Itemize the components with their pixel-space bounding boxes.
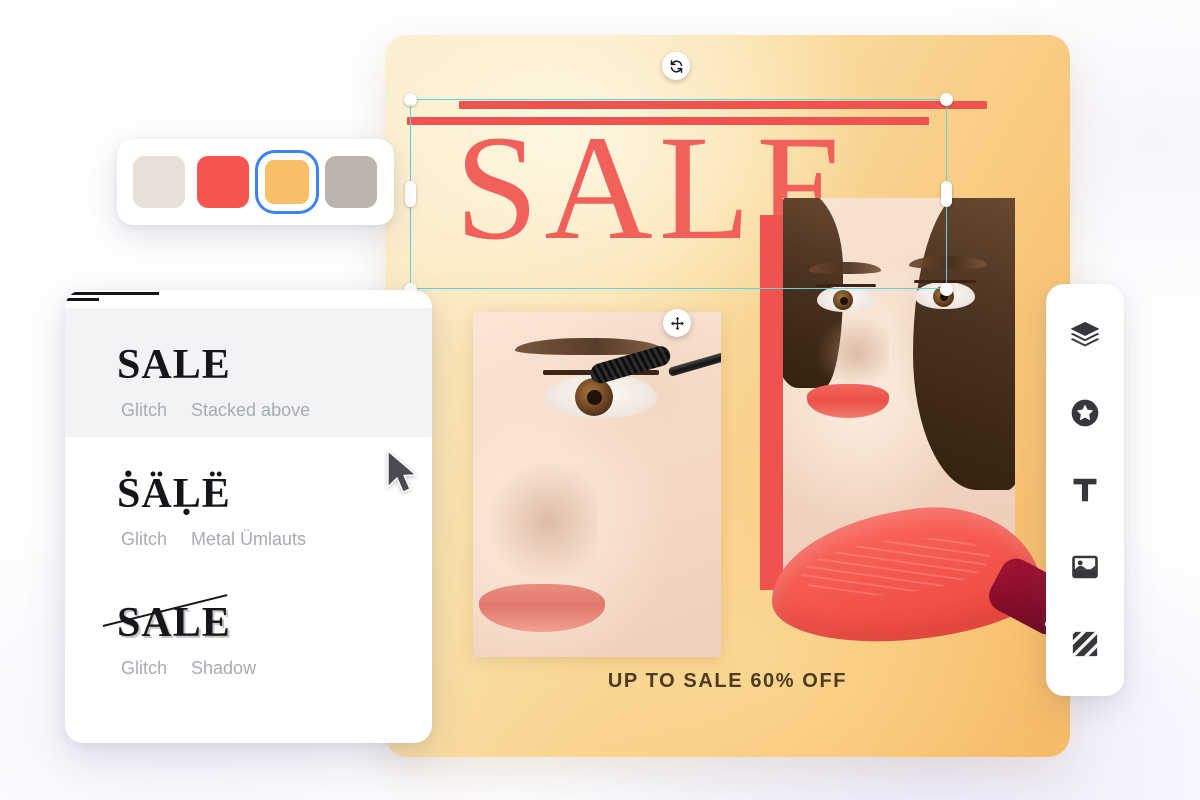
effect-preview-word-2: ṠÄḶË <box>117 471 231 517</box>
swatch-red-chip <box>197 156 249 208</box>
text-glyph <box>1073 478 1097 502</box>
swatch-taupe[interactable] <box>325 156 377 208</box>
rotate-icon[interactable] <box>662 52 690 80</box>
color-swatch-palette[interactable] <box>117 139 394 225</box>
text-icon[interactable] <box>1061 466 1109 514</box>
model-right-pupil-left <box>840 297 848 305</box>
image-icon[interactable] <box>1061 543 1109 591</box>
model-photo-left[interactable] <box>473 312 721 657</box>
model-left-nose <box>487 462 597 582</box>
handle-middle-right[interactable] <box>941 181 952 207</box>
effect-variant-3: Shadow <box>191 658 257 678</box>
editor-tools[interactable] <box>1046 284 1124 696</box>
handle-middle-left[interactable] <box>405 181 416 207</box>
effect-stacked-bars-1 <box>65 290 177 306</box>
effect-item-metal-umlauts[interactable]: ṠÄḶË Glitch Metal Ümlauts <box>65 437 432 566</box>
swatch-orange-chip <box>265 160 309 204</box>
sticker-icon[interactable] <box>1061 389 1109 437</box>
design-canvas[interactable]: SALE UP TO SALE 60% OFF <box>385 35 1070 757</box>
model-left-pupil <box>587 390 602 405</box>
text-effects-list[interactable]: SALE Glitch Stacked above ṠÄḶË Glitch Me… <box>65 290 432 743</box>
effect-group-3: Glitch <box>121 658 168 678</box>
swatch-red[interactable] <box>197 156 249 208</box>
effect-meta-2: Glitch Metal Ümlauts <box>89 529 408 550</box>
pattern-icon[interactable] <box>1061 620 1109 668</box>
handle-top-left[interactable] <box>404 93 417 106</box>
move-icon[interactable] <box>663 309 691 337</box>
effect-item-shadow[interactable]: SALE Glitch Shadow <box>65 566 432 695</box>
swatch-cream[interactable] <box>133 156 185 208</box>
effect-group-2: Glitch <box>121 529 168 549</box>
layers-glyph <box>1070 322 1100 347</box>
model-right-brow-left <box>809 262 881 274</box>
sticker-glyph <box>1071 399 1099 427</box>
caption-text[interactable]: UP TO SALE 60% OFF <box>385 670 1070 693</box>
model-right-lash-left <box>816 284 876 287</box>
effect-item-stacked-above[interactable]: SALE Glitch Stacked above <box>65 292 432 437</box>
effect-variant-2: Metal Ümlauts <box>191 529 307 549</box>
handle-top-right[interactable] <box>940 93 953 106</box>
effect-meta-3: Glitch Shadow <box>89 658 408 679</box>
image-glyph <box>1072 555 1098 578</box>
effect-preview-3: SALE <box>89 578 408 644</box>
swatch-taupe-chip <box>325 156 377 208</box>
effect-group-1: Glitch <box>121 400 168 420</box>
pattern-glyph <box>1072 631 1098 656</box>
effect-preview-word-3: SALE <box>117 600 231 646</box>
swatch-cream-chip <box>133 156 185 208</box>
layers-icon[interactable] <box>1061 312 1109 360</box>
model-right-nose <box>817 316 889 390</box>
handle-bottom-right[interactable] <box>940 283 953 296</box>
effect-preview-2: ṠÄḶË <box>89 449 408 515</box>
effect-preview-1: SALE <box>65 292 408 388</box>
rotate-glyph <box>670 59 682 73</box>
effect-preview-word-1: SALE <box>117 342 231 388</box>
effect-meta-1: Glitch Stacked above <box>89 400 408 421</box>
effect-variant-1: Stacked above <box>191 400 311 420</box>
move-glyph <box>670 316 684 330</box>
swatch-orange-selected[interactable] <box>255 150 319 214</box>
model-right-brow-right <box>909 256 987 269</box>
